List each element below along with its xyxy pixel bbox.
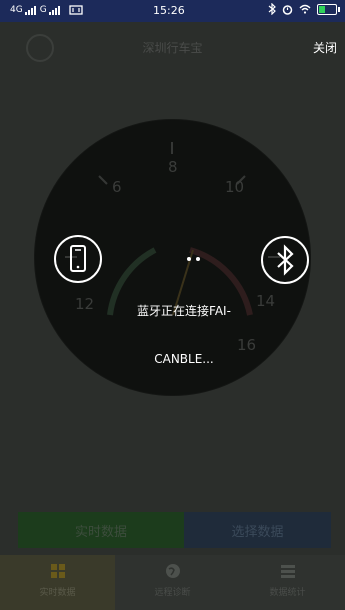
status-right [268, 3, 340, 15]
dial-number: 14 [256, 292, 276, 310]
globe-icon [165, 564, 180, 578]
dial-number: 8 [168, 158, 178, 176]
tab-label: 远程诊断 [154, 588, 191, 598]
connect-device-text: CANBLE... [154, 352, 214, 366]
tab-realtime-data[interactable]: 实时数据 [0, 555, 115, 610]
header: 深圳行车宝 关闭 [0, 22, 345, 72]
status-time: 15:26 [153, 4, 185, 17]
wifi-icon [299, 4, 311, 14]
network-label-right: G [39, 5, 47, 15]
screen: 4G G 15:26 深圳行车宝 关闭 6 8 10 12 14 16 蓝牙正在… [0, 0, 345, 610]
signal-strength-icon-2 [48, 5, 60, 15]
connecting-dots [187, 257, 200, 261]
tab-label: 数据统计 [269, 588, 306, 598]
notification-icon [69, 5, 83, 15]
select-data-button[interactable]: 选择数据 [184, 512, 331, 548]
bluetooth-status-icon [268, 3, 276, 15]
network-label-left: 4G [10, 5, 23, 15]
tab-label: 实时数据 [39, 588, 76, 598]
stats-icon [280, 565, 295, 578]
alarm-icon [282, 4, 293, 15]
grid-icon [50, 564, 65, 578]
dial-number: 6 [112, 178, 122, 196]
dial-number: 12 [75, 295, 95, 313]
tab-remote-diagnosis[interactable]: 远程诊断 [115, 555, 230, 610]
dial-number: 10 [225, 178, 245, 196]
tab-data-statistics[interactable]: 数据统计 [230, 555, 345, 610]
tab-bar: 实时数据 远程诊断 数据统计 [0, 555, 345, 610]
connect-status-text: 蓝牙正在连接FAI- [137, 304, 231, 318]
status-bar: 4G G 15:26 [0, 0, 345, 22]
phone-icon [54, 235, 102, 283]
battery-icon [317, 3, 340, 15]
status-left: 4G G [10, 4, 83, 16]
bluetooth-icon [261, 236, 309, 284]
page-title: 深圳行车宝 [142, 41, 203, 55]
close-button[interactable]: 关闭 [313, 39, 337, 56]
signal-strength-icon [24, 5, 36, 15]
realtime-data-button[interactable]: 实时数据 [18, 512, 184, 548]
